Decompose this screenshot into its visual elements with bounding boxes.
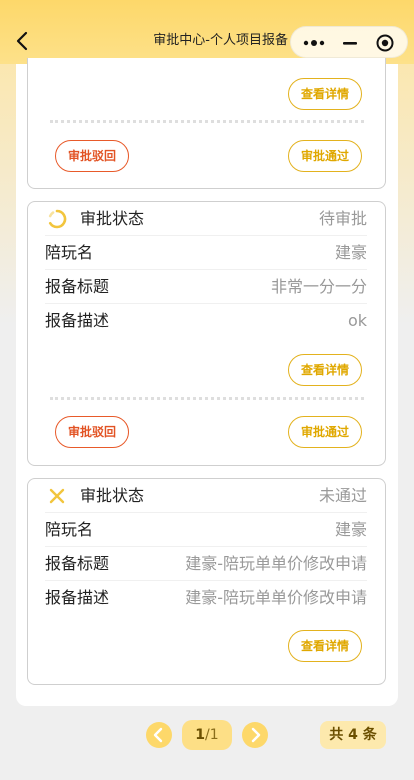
report-desc-row: 报备描述 建豪-陪玩单单价修改申请 (45, 581, 367, 615)
more-dots-icon[interactable] (301, 33, 327, 53)
status-row: 审批状态 未通过 (45, 479, 367, 513)
close-program-icon[interactable] (375, 33, 395, 53)
field-value: 建豪-陪玩单单价修改申请 (185, 588, 367, 607)
mini-program-capsule (290, 26, 408, 58)
chevron-left-icon (153, 727, 163, 743)
page-title: 审批中心-个人项目报备 (153, 33, 288, 48)
field-label: 报备描述 (45, 311, 110, 330)
page-indicator: 1/1 (182, 720, 232, 750)
reject-button[interactable]: 审批驳回 (55, 140, 129, 172)
view-detail-button[interactable]: 查看详情 (288, 630, 362, 662)
status-value: 未通过 (318, 486, 367, 505)
status-row: 审批状态 待审批 (45, 202, 367, 236)
close-x-icon (49, 488, 65, 504)
next-page-button[interactable] (242, 722, 268, 748)
loading-spinner-icon (48, 209, 67, 229)
field-value: 建豪-陪玩单单价修改申请 (185, 554, 367, 573)
field-value: 建豪 (334, 520, 367, 539)
status-value: 待审批 (318, 209, 367, 228)
prev-page-button[interactable] (146, 722, 172, 748)
field-value: 建豪 (334, 243, 367, 262)
view-detail-button[interactable]: 查看详情 (288, 78, 362, 110)
field-label: 陪玩名 (45, 520, 94, 539)
status-label: 审批状态 (80, 209, 145, 228)
player-name-row: 陪玩名 建豪 (45, 513, 367, 547)
back-arrow-icon[interactable] (12, 30, 34, 52)
field-label: 报备标题 (45, 277, 110, 296)
report-card-1: 查看详情 审批驳回 审批通过 (27, 58, 386, 189)
player-name-row: 陪玩名 建豪 (45, 236, 367, 270)
field-label: 报备标题 (45, 554, 110, 573)
reject-button[interactable]: 审批驳回 (55, 416, 129, 448)
total-pages: 1 (209, 727, 219, 743)
status-label: 审批状态 (80, 486, 145, 505)
approve-button[interactable]: 审批通过 (288, 416, 362, 448)
top-nav-bar: 审批中心-个人项目报备 (0, 0, 414, 64)
field-label: 报备描述 (45, 588, 110, 607)
report-desc-row: 报备描述 ok (45, 304, 367, 338)
report-title-row: 报备标题 非常一分一分 (45, 270, 367, 304)
report-title-row: 报备标题 建豪-陪玩单单价修改申请 (45, 547, 367, 581)
minimize-icon[interactable] (340, 33, 360, 53)
field-value: 非常一分一分 (270, 277, 367, 296)
field-value: ok (347, 311, 367, 330)
field-label: 陪玩名 (45, 243, 94, 262)
view-detail-button[interactable]: 查看详情 (288, 354, 362, 386)
approve-button[interactable]: 审批通过 (288, 140, 362, 172)
dotted-divider (50, 397, 364, 400)
report-card-3: 审批状态 未通过 陪玩名 建豪 报备标题 建豪-陪玩单单价修改申请 报备描述 建… (27, 478, 386, 685)
total-count-badge: 共 4 条 (320, 721, 386, 749)
dotted-divider (50, 120, 364, 123)
current-page: 1 (195, 727, 206, 743)
chevron-right-icon (251, 727, 261, 743)
report-card-2: 审批状态 待审批 陪玩名 建豪 报备标题 非常一分一分 报备描述 ok 查看详情… (27, 201, 386, 466)
